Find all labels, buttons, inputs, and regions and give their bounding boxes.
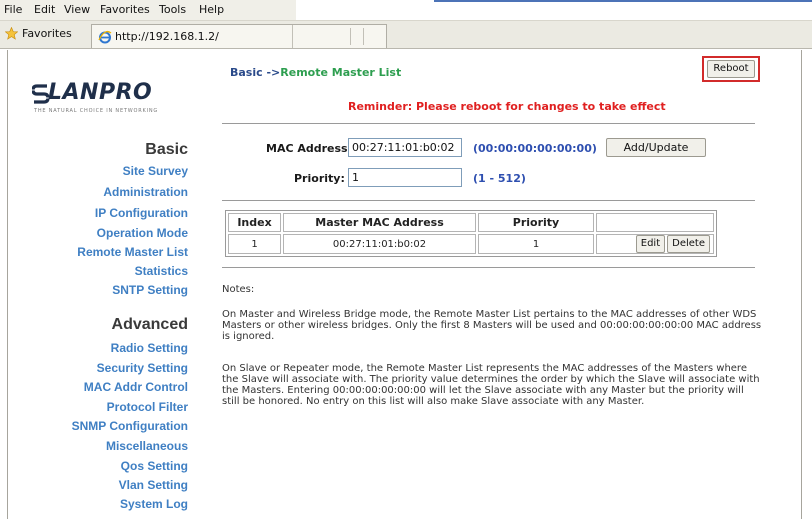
divider-top xyxy=(222,123,755,124)
sidebar-heading-advanced: Advanced xyxy=(111,316,188,333)
favorites-bar: Favorites http://192.168.1.2/ xyxy=(0,21,812,49)
sidebar-item-miscellaneous[interactable]: Miscellaneous xyxy=(106,439,188,453)
breadcrumb-page-title: Remote Master List xyxy=(280,66,402,79)
sidebar-item-security-setting[interactable]: Security Setting xyxy=(97,361,188,375)
header-index: Index xyxy=(228,213,281,232)
lanpro-logo: LANPRO THE NATURAL CHOICE IN NETWORKING xyxy=(32,80,192,120)
table-header-row: Index Master MAC Address Priority xyxy=(228,213,714,232)
cell-actions: Edit Delete xyxy=(596,234,714,254)
sidebar-item-operation-mode[interactable]: Operation Mode xyxy=(97,226,188,240)
add-update-button[interactable]: Add/Update xyxy=(606,138,706,157)
sidebar-heading-basic: Basic xyxy=(145,141,188,158)
sidebar-item-vlan-setting[interactable]: Vlan Setting xyxy=(119,478,188,492)
breadcrumb: Basic ->Remote Master List xyxy=(230,66,401,79)
priority-input[interactable]: 1 xyxy=(348,168,462,187)
sidebar-item-mac-addr-control[interactable]: MAC Addr Control xyxy=(84,380,188,394)
browser-tab[interactable]: http://192.168.1.2/ xyxy=(91,24,387,48)
sidebar-item-statistics[interactable]: Statistics xyxy=(135,264,188,278)
priority-label: Priority: xyxy=(294,172,345,185)
sidebar-item-remote-master-list[interactable]: Remote Master List xyxy=(77,245,188,259)
ie-page-icon xyxy=(98,30,112,44)
header-priority: Priority xyxy=(478,213,594,232)
page-border-left xyxy=(7,50,8,519)
sidebar-item-ip-configuration[interactable]: IP Configuration xyxy=(95,206,188,220)
sidebar-item-snmp-configuration[interactable]: SNMP Configuration xyxy=(72,419,188,433)
menu-help[interactable]: Help xyxy=(199,3,224,16)
menu-edit[interactable]: Edit xyxy=(34,3,55,16)
favorites-star-icon[interactable] xyxy=(5,27,18,40)
sidebar-item-administration[interactable]: Administration xyxy=(103,185,188,199)
mac-address-format-hint: (00:00:00:00:00:00) xyxy=(473,142,597,155)
reboot-reminder: Reminder: Please reboot for changes to t… xyxy=(348,100,666,113)
tab-url: http://192.168.1.2/ xyxy=(115,30,219,43)
note-master-mode: On Master and Wireless Bridge mode, the … xyxy=(222,309,762,342)
sidebar-item-protocol-filter[interactable]: Protocol Filter xyxy=(107,400,188,414)
sidebar-item-qos-setting[interactable]: Qos Setting xyxy=(121,459,188,473)
logo-tagline: THE NATURAL CHOICE IN NETWORKING xyxy=(34,108,159,114)
page-border-right xyxy=(801,50,802,519)
reboot-button[interactable]: Reboot xyxy=(707,60,755,78)
notes-label: Notes: xyxy=(222,284,255,295)
favorites-label[interactable]: Favorites xyxy=(22,27,72,40)
edit-button[interactable]: Edit xyxy=(635,235,666,253)
logo-brand-text: LANPRO xyxy=(48,80,153,105)
mac-address-input[interactable]: 00:27:11:01:b0:02 xyxy=(348,138,462,157)
note-slave-mode: On Slave or Repeater mode, the Remote Ma… xyxy=(222,363,760,407)
remote-master-table: Index Master MAC Address Priority 1 00:2… xyxy=(225,210,717,257)
menu-tools[interactable]: Tools xyxy=(159,3,186,16)
tab-separator xyxy=(292,25,293,48)
cell-index: 1 xyxy=(228,234,281,254)
sidebar-item-sntp-setting[interactable]: SNTP Setting xyxy=(112,283,188,297)
window-accent-bar xyxy=(434,0,812,2)
mac-address-label: MAC Address: xyxy=(266,142,353,155)
breadcrumb-section: Basic -> xyxy=(230,66,281,79)
sidebar-item-radio-setting[interactable]: Radio Setting xyxy=(111,341,188,355)
table-row: 1 00:27:11:01:b0:02 1 Edit Delete xyxy=(228,234,714,254)
sidebar-item-system-log[interactable]: System Log xyxy=(120,497,188,511)
divider-bottom xyxy=(222,267,755,268)
menu-file[interactable]: File xyxy=(4,3,22,16)
delete-button[interactable]: Delete xyxy=(667,235,710,253)
header-master-mac: Master MAC Address xyxy=(283,213,476,232)
header-actions xyxy=(596,213,714,232)
divider-middle xyxy=(222,200,755,201)
priority-range-hint: (1 - 512) xyxy=(473,172,526,185)
menu-favorites[interactable]: Favorites xyxy=(100,3,150,16)
cell-priority: 1 xyxy=(478,234,594,254)
tab-close-button[interactable] xyxy=(350,28,364,45)
menu-view[interactable]: View xyxy=(64,3,90,16)
cell-mac: 00:27:11:01:b0:02 xyxy=(283,234,476,254)
sidebar-item-site-survey[interactable]: Site Survey xyxy=(123,164,188,178)
menu-bar-blank-area xyxy=(296,0,812,20)
menu-bar: File Edit View Favorites Tools Help xyxy=(0,0,812,21)
